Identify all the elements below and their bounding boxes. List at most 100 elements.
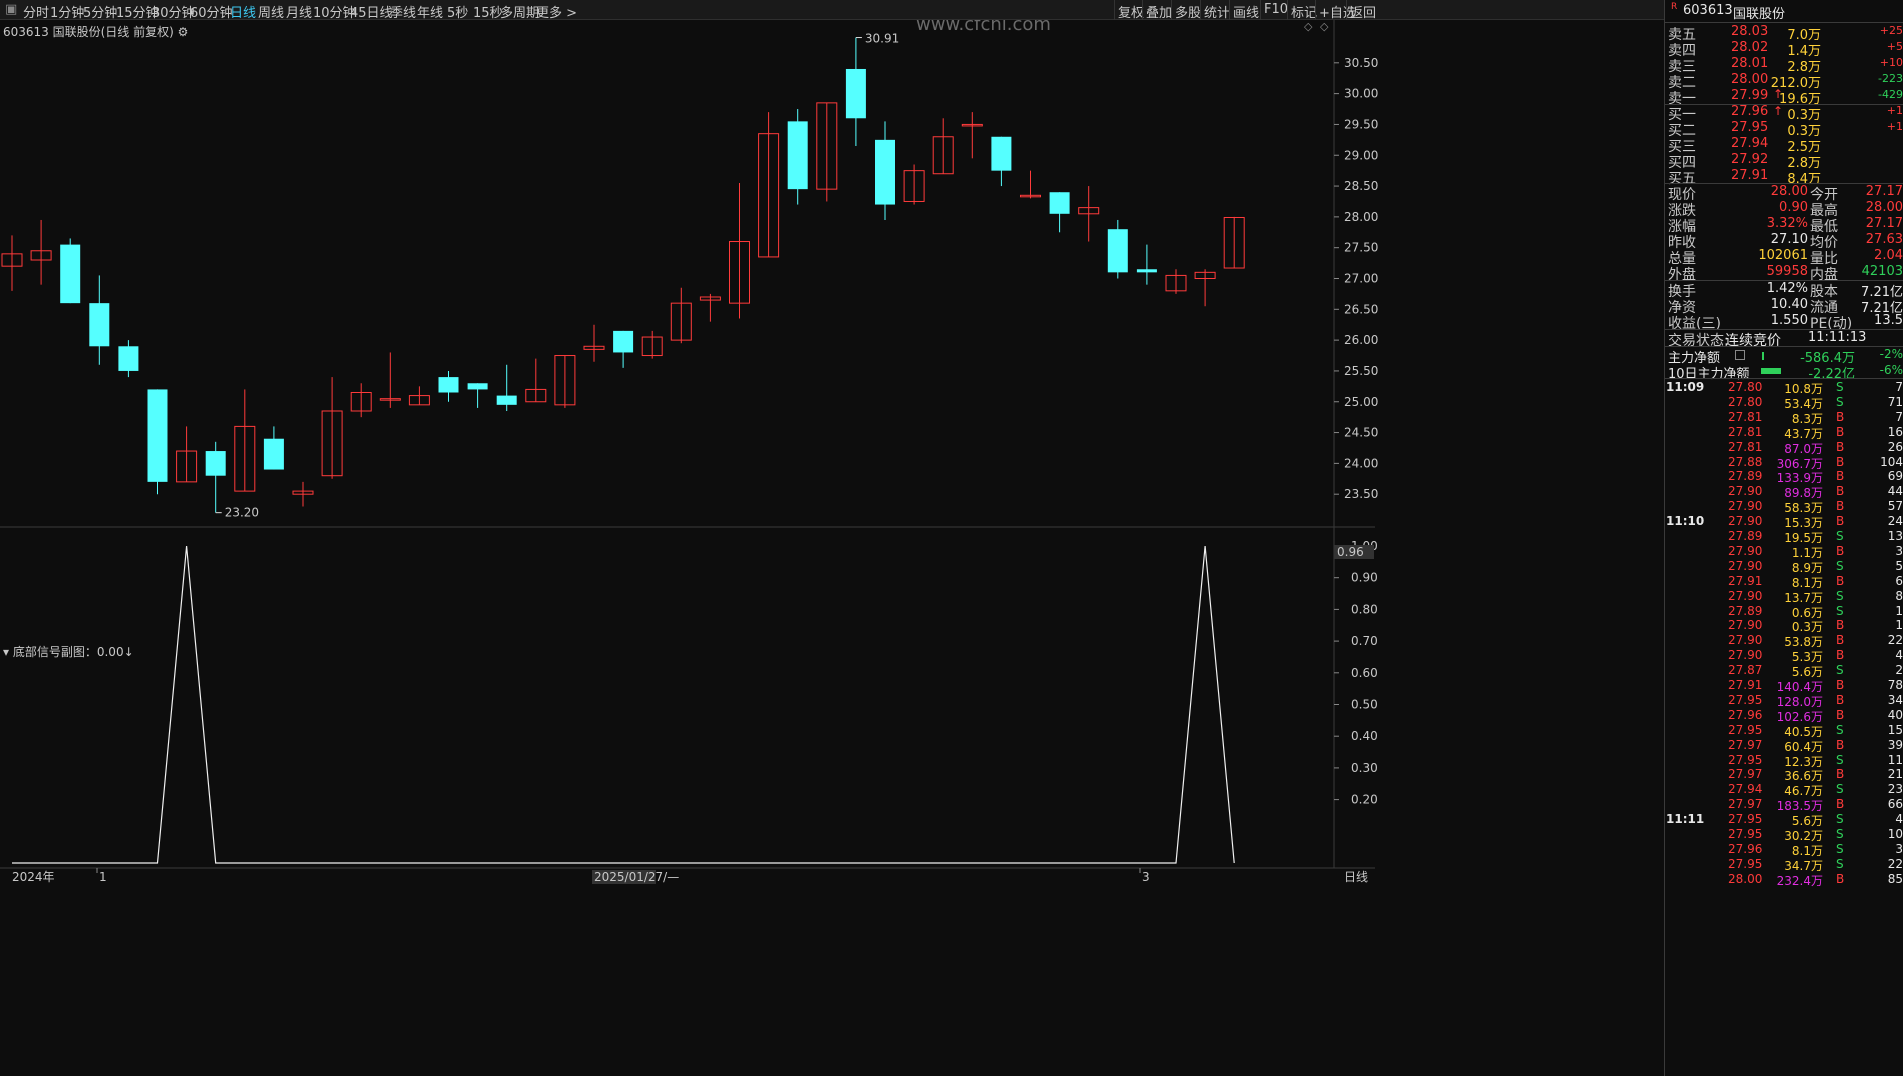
period-tab-11[interactable]: 季线: [390, 2, 416, 21]
y-tick-label: 27.00: [1344, 272, 1378, 286]
toolbar-separator: [1315, 0, 1316, 20]
stat-value: 3.32%: [1766, 216, 1808, 231]
toolbar-action-0[interactable]: 复权: [1118, 2, 1144, 21]
toolbar-action-1[interactable]: 叠加: [1146, 2, 1172, 21]
axis-month-3: 3: [1142, 870, 1150, 884]
bid-price: 27.91: [1731, 168, 1769, 183]
tick-price: 27.81: [1728, 409, 1763, 424]
sub-y-tick-label: 0.80: [1351, 602, 1378, 616]
tick-price: 27.95: [1728, 692, 1763, 707]
tick-direction: B: [1836, 469, 1845, 484]
toolbar-separator: [1229, 0, 1230, 20]
tick-price: 27.89: [1728, 603, 1763, 618]
toolbar-action-4[interactable]: 画线: [1233, 2, 1259, 21]
ask-change: -223: [1878, 72, 1903, 85]
period-tab-14[interactable]: 15秒: [473, 2, 503, 21]
tick-price: 27.94: [1728, 782, 1763, 797]
tick-direction: B: [1836, 618, 1845, 633]
stat-value-2: 2.04: [1874, 248, 1903, 263]
y-tick-label: 28.50: [1344, 179, 1378, 193]
tick-count: 85: [1887, 871, 1903, 886]
status-time: 11:11:13: [1808, 330, 1867, 345]
candle-body: [613, 330, 634, 353]
tick-direction: B: [1836, 499, 1845, 514]
candle-body: [787, 121, 808, 190]
sub-y-tick-label: 0.60: [1351, 666, 1378, 680]
stat2-value: 10.40: [1770, 297, 1808, 312]
period-tab-5[interactable]: 60分钟: [190, 2, 233, 21]
toolbar-action-8[interactable]: 返回: [1350, 2, 1376, 21]
period-tab-2[interactable]: 5分钟: [83, 2, 117, 21]
tick-price: 27.97: [1728, 797, 1763, 812]
ask-price: 28.01: [1731, 56, 1769, 71]
tick-direction: S: [1836, 827, 1844, 841]
period-tab-16[interactable]: 更多 >: [536, 2, 577, 21]
toolbar-action-3[interactable]: 统计: [1204, 2, 1230, 21]
tick-count: 10: [1887, 827, 1903, 841]
toolbar-separator: [1346, 0, 1347, 20]
chart-area: www.cfchi.com30.5030.0029.5029.0028.5028…: [0, 20, 1378, 884]
settings-icon[interactable]: ⚙: [178, 25, 189, 39]
ask-price: 28.02: [1731, 40, 1769, 55]
toolbar-action-6[interactable]: 标记: [1291, 2, 1317, 21]
axis-date: 2025/01/27/—: [594, 870, 679, 884]
tick-price: 27.95: [1728, 752, 1763, 767]
toolbar-separator: [1171, 0, 1172, 20]
tick-count: 11: [1887, 752, 1903, 767]
toolbar-action-2[interactable]: 多股: [1175, 2, 1201, 21]
flow-bar-1: [1762, 352, 1764, 360]
collapse-icon[interactable]: ▾: [3, 645, 9, 659]
bid-price: 27.94: [1731, 136, 1769, 151]
flow-info-icon[interactable]: [1735, 350, 1745, 360]
stat-value-2: 27.17: [1865, 184, 1903, 199]
tick-price: 27.97: [1728, 737, 1763, 752]
sub-y-tick-label: 0.70: [1351, 634, 1378, 648]
tick-direction: B: [1836, 633, 1845, 648]
y-tick-label: 30.00: [1344, 87, 1378, 101]
toolbar-menu-icon[interactable]: ▣: [5, 2, 17, 17]
period-tab-6[interactable]: 日线: [230, 2, 256, 21]
period-tab-13[interactable]: 5秒: [447, 2, 468, 21]
flow-pct: -6%: [1879, 363, 1903, 377]
period-tab-12[interactable]: 年线: [417, 2, 443, 21]
tick-count: 24: [1887, 514, 1903, 529]
tick-price: 27.80: [1728, 380, 1763, 394]
period-tab-4[interactable]: 30分钟: [152, 2, 195, 21]
y-tick-label: 28.00: [1344, 210, 1378, 224]
candle-body: [467, 383, 488, 390]
tick-count: 66: [1887, 797, 1903, 812]
tick-price: 27.95: [1728, 856, 1763, 871]
tick-count: 23: [1887, 782, 1903, 797]
period-tab-15[interactable]: 多周期: [500, 2, 539, 21]
tick-price: 27.96: [1728, 841, 1763, 856]
period-tab-10[interactable]: 45日线: [350, 2, 393, 21]
candle-body: [496, 395, 517, 405]
tick-count: 13: [1887, 529, 1903, 543]
tick-time: 11:11: [1666, 812, 1705, 827]
period-tab-0[interactable]: 分时: [23, 2, 49, 21]
candle-body: [1136, 269, 1157, 273]
period-tab-1[interactable]: 1分钟: [50, 2, 84, 21]
tick-direction: S: [1836, 588, 1844, 603]
y-tick-label: 24.00: [1344, 456, 1378, 470]
candle-body: [1049, 192, 1070, 214]
tick-count: 8: [1895, 588, 1903, 603]
candle-body: [845, 68, 866, 119]
tick-price: 27.81: [1728, 424, 1763, 439]
toolbar-action-5[interactable]: F10: [1264, 2, 1288, 17]
tick-count: 57: [1887, 499, 1903, 514]
period-tab-7[interactable]: 周线: [258, 2, 284, 21]
tick-direction: S: [1836, 663, 1844, 678]
tick-direction: B: [1836, 424, 1845, 439]
tick-direction: S: [1836, 394, 1844, 409]
watermark: www.cfchi.com: [916, 20, 1051, 35]
tick-direction: S: [1836, 380, 1844, 394]
tick-direction: B: [1836, 409, 1845, 424]
y-tick-label: 24.50: [1344, 426, 1378, 440]
candle-body: [205, 451, 226, 476]
tick-direction: B: [1836, 648, 1845, 663]
ask1-up-arrow-icon: ↑: [1773, 87, 1784, 101]
period-tab-8[interactable]: 月线: [286, 2, 312, 21]
diamond-icon-2: ◇: [1320, 20, 1329, 33]
candle-body: [147, 389, 168, 482]
